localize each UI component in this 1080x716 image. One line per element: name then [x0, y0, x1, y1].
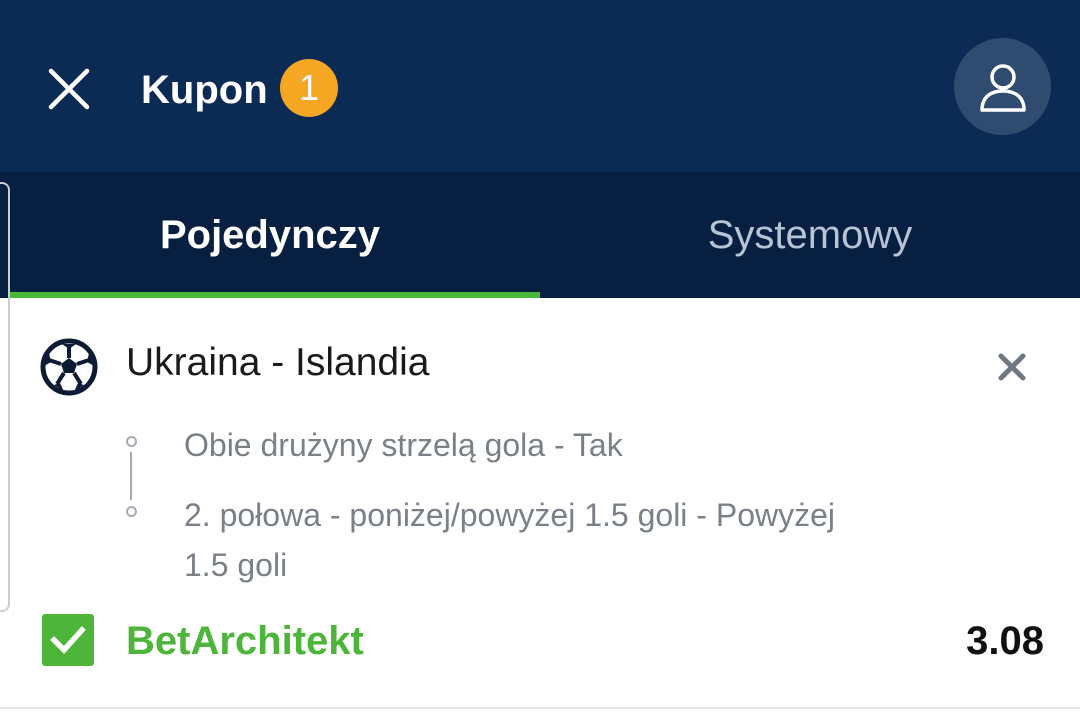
user-icon: [979, 63, 1026, 112]
close-button[interactable]: [40, 60, 98, 118]
betarchitekt-checkbox[interactable]: [42, 614, 94, 666]
event-title: Ukraina - Islandia: [126, 341, 430, 384]
bet-count-badge: 1: [280, 59, 338, 117]
header-bar: Kupon 1: [0, 0, 1080, 172]
selection-item: Obie drużyny strzelą gola - Tak: [184, 427, 623, 463]
timeline-dot: [126, 506, 137, 517]
checkmark-icon: [50, 626, 86, 654]
selection-item: 2. połowa - poniżej/powyżej 1.5 goli - P…: [184, 497, 835, 583]
bet-type-tabs: Pojedynczy Systemowy: [0, 172, 1080, 298]
close-icon: [998, 353, 1026, 381]
timeline-line: [130, 452, 132, 500]
page-title: Kupon: [141, 68, 268, 112]
close-icon: [48, 68, 90, 110]
remove-event-button[interactable]: [990, 345, 1034, 389]
bet-name: BetArchitekt: [126, 619, 364, 663]
tab-single[interactable]: Pojedynczy: [0, 172, 540, 298]
soccer-ball-icon: [40, 338, 98, 396]
tab-system[interactable]: Systemowy: [540, 172, 1080, 298]
selection-timeline: [123, 434, 139, 522]
odds-value: 3.08: [966, 619, 1044, 663]
timeline-dot: [126, 436, 137, 447]
side-panel-edge[interactable]: [0, 182, 10, 612]
active-tab-indicator: [10, 292, 540, 298]
profile-button[interactable]: [954, 38, 1051, 135]
divider: [0, 707, 1080, 709]
